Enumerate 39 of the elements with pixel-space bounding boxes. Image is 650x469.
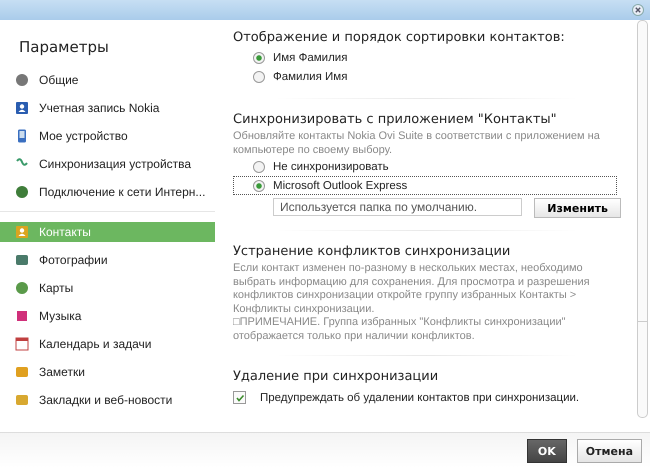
sidebar-item[interactable]: Мое устройство — [0, 126, 215, 146]
section-heading: Устранение конфликтов синхронизации — [233, 244, 512, 259]
radio-button[interactable] — [253, 70, 265, 82]
section-description: Обновляйте контакты Nokia Ovi Suite в соответствии с приложением на компьютере по своему выбору. — [233, 130, 601, 157]
section-heading: Синхронизировать с приложением "Контакты" — [233, 112, 558, 127]
option-label: Microsoft Outlook Express — [273, 180, 408, 192]
option-label: Фамилия Имя — [273, 70, 348, 82]
sidebar-item[interactable]: Синхронизация устройства — [0, 154, 215, 174]
sidebar-item[interactable]: Календарь и задачи — [0, 334, 215, 354]
phone-icon — [15, 129, 29, 143]
sidebar-item[interactable]: Общие — [0, 70, 215, 90]
sidebar-item[interactable]: Заметки — [0, 362, 215, 382]
close-icon[interactable] — [632, 4, 644, 16]
person-icon — [15, 101, 29, 115]
checkbox[interactable] — [233, 391, 246, 404]
sidebar-item[interactable]: Закладки и веб-новости — [0, 390, 215, 410]
radio-button[interactable] — [253, 180, 265, 192]
section-description: □ПРИМЕЧАНИЕ. Группа избранных "Конфликты синхронизации" отображается только при наличии конфликтов. — [233, 316, 567, 343]
radio-button[interactable] — [253, 52, 265, 64]
radio-button[interactable] — [253, 160, 265, 172]
section-heading: Отображение и порядок сортировки контактов: — [233, 30, 566, 45]
scrollbar[interactable] — [637, 20, 648, 418]
cancel-button[interactable]: Отмена — [576, 439, 642, 463]
sidebar-item[interactable]: Подключение к сети Интерн... — [0, 182, 215, 202]
sidebar-item[interactable]: Музыка — [0, 306, 215, 326]
sidebar-item[interactable]: Учетная запись Nokia — [0, 98, 215, 118]
section-heading: Удаление при синхронизации — [233, 369, 440, 384]
option-label: Имя Фамилия — [273, 52, 348, 64]
option-label: Не синхронизировать — [273, 160, 389, 172]
sidebar-item[interactable]: Карты — [0, 278, 215, 298]
change-button[interactable]: Изменить — [534, 198, 621, 218]
folder-field[interactable]: Используется папка по умолчанию. — [273, 198, 522, 216]
section-description: Если контакт изменен по-разному в нескольких местах, необходимо выбрать информацию для сохранения. Для просмотра и разрешения конфликтов синхронизации откройте группу избранных Контакты > Конфликты синхронизации. — [233, 262, 591, 316]
ok-button[interactable]: OK — [526, 439, 567, 463]
option-label: Предупреждать об удалении контактов при синхронизации. — [260, 392, 580, 404]
sidebar-item[interactable]: Фотографии — [0, 250, 215, 270]
calendar-icon — [15, 337, 29, 351]
person-icon — [15, 225, 29, 239]
sidebar-title: Параметры — [18, 38, 110, 58]
